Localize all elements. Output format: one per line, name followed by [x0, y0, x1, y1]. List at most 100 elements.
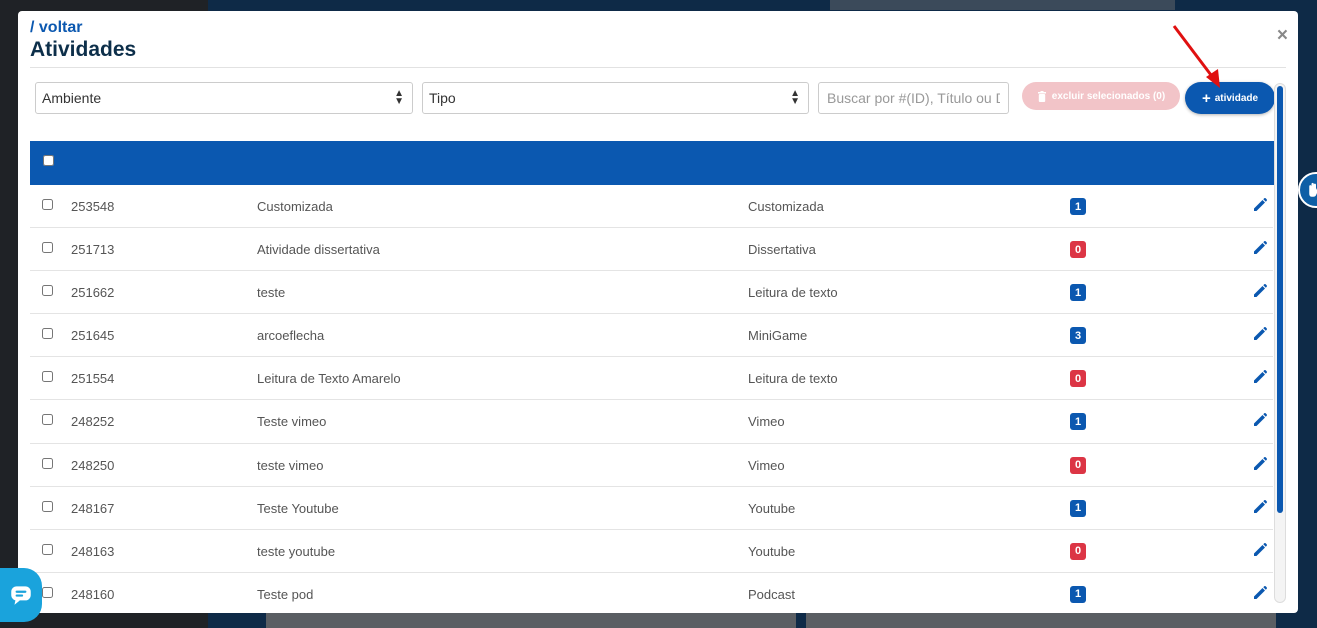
table-row: 251713 Atividade dissertativa Dissertativa… — [30, 228, 1273, 272]
row-checkbox[interactable] — [42, 457, 53, 469]
close-icon: × — [1276, 25, 1288, 46]
row-type: Youtube — [748, 543, 796, 559]
pencil-icon[interactable] — [1252, 283, 1268, 299]
count-badge: 3 — [1070, 327, 1086, 345]
row-id: 248250 — [71, 457, 115, 473]
back-link[interactable]: / voltar — [30, 19, 82, 37]
row-title: Leitura de Texto Amarelo — [257, 371, 401, 387]
table-row: 248163 teste youtube Youtube 0 — [30, 530, 1273, 573]
pencil-icon[interactable] — [1252, 369, 1268, 385]
row-checkbox[interactable] — [42, 285, 53, 297]
row-type: Customizada — [748, 199, 824, 214]
ambiente-select-value: Ambiente — [42, 90, 102, 106]
ambiente-select[interactable]: Ambiente ▲ ▼ — [35, 82, 413, 114]
row-title: Teste pod — [257, 586, 314, 602]
row-title: teste youtube — [257, 543, 336, 559]
row-id: 248160 — [71, 586, 115, 602]
count-badge: 0 — [1070, 370, 1086, 388]
table-row: 248167 Teste Youtube Youtube 1 — [30, 487, 1273, 530]
row-checkbox[interactable] — [42, 199, 53, 210]
pencil-icon[interactable] — [1252, 240, 1268, 256]
row-title: Customizada — [257, 199, 333, 214]
table-row: 248250 teste vimeo Vimeo 0 — [30, 444, 1273, 487]
tipo-select[interactable]: Tipo ▲ ▼ — [422, 82, 809, 114]
row-id: 251645 — [71, 328, 115, 344]
pencil-icon[interactable] — [1252, 499, 1268, 515]
tipo-select-value: Tipo — [429, 90, 456, 106]
row-checkbox[interactable] — [42, 543, 53, 555]
search-input[interactable] — [818, 82, 1009, 114]
row-checkbox[interactable] — [42, 414, 53, 426]
row-checkbox[interactable] — [42, 500, 53, 512]
count-badge: 0 — [1070, 542, 1086, 560]
row-id: 248163 — [71, 543, 115, 559]
row-title: Teste Youtube — [257, 500, 339, 516]
delete-selected-label: excluir selecionados (0) — [1051, 90, 1166, 102]
table-row: 253548 Customizada Customizada 1 — [30, 185, 1273, 229]
row-id: 251554 — [71, 371, 115, 387]
table-row: 248252 Teste vimeo Vimeo 1 — [30, 400, 1273, 444]
page-title: Atividades — [30, 38, 137, 61]
row-type: MiniGame — [748, 328, 808, 344]
row-type: Leitura de texto — [748, 285, 838, 301]
row-checkbox[interactable] — [42, 371, 53, 383]
count-badge: 1 — [1070, 413, 1086, 431]
row-type: Vimeo — [748, 414, 785, 430]
close-button[interactable]: × — [1277, 25, 1288, 47]
count-badge: 0 — [1070, 241, 1086, 259]
delete-selected-button[interactable]: excluir selecionados (0) — [1022, 82, 1180, 110]
row-checkbox[interactable] — [42, 242, 53, 254]
chat-icon — [11, 586, 31, 605]
hand-accessibility-icon — [1309, 182, 1317, 197]
row-id: 248167 — [71, 500, 115, 516]
count-badge: 0 — [1070, 456, 1086, 474]
table-row: 251662 teste Leitura de texto 1 — [30, 271, 1273, 315]
row-title: arcoeflecha — [257, 328, 325, 344]
select-arrows-icon: ▲ ▼ — [394, 88, 404, 107]
divider — [30, 67, 1286, 68]
count-badge: 1 — [1070, 585, 1086, 603]
plus-icon: + — [1201, 89, 1211, 107]
row-type: Youtube — [748, 500, 796, 516]
activities-modal: / voltar Atividades × Ambiente ▲ ▼ Tipo ▲… — [18, 11, 1298, 613]
trash-icon — [1037, 90, 1046, 102]
row-title: teste vimeo — [257, 457, 324, 473]
count-badge: 1 — [1070, 499, 1086, 517]
table-row: 251554 Leitura de Texto Amarelo Leitura de… — [30, 357, 1273, 401]
activities-table: 253548 Customizada Customizada 1 251713 Ativi… — [30, 185, 1273, 613]
table-row: 248160 Teste pod Podcast 1 — [30, 573, 1273, 613]
row-checkbox[interactable] — [42, 586, 53, 598]
add-activity-button[interactable]: + atividade — [1185, 82, 1275, 114]
select-arrows-icon: ▲ ▼ — [790, 88, 800, 107]
table-row: 251645 arcoeflecha MiniGame 3 — [30, 314, 1273, 358]
row-type: Leitura de texto — [748, 371, 838, 387]
background-strip — [830, 0, 1175, 10]
row-title: Teste vimeo — [257, 414, 327, 430]
row-title: teste — [257, 285, 286, 301]
row-id: 251662 — [71, 285, 115, 301]
row-type: Vimeo — [748, 457, 785, 473]
background-panel — [266, 612, 796, 628]
pencil-icon[interactable] — [1252, 542, 1268, 558]
row-type: Dissertativa — [748, 242, 816, 258]
pencil-icon[interactable] — [1252, 585, 1268, 601]
row-id: 253548 — [71, 199, 115, 214]
count-badge: 1 — [1070, 198, 1086, 215]
count-badge: 1 — [1070, 284, 1086, 302]
table-header — [30, 141, 1286, 185]
row-checkbox[interactable] — [42, 328, 53, 340]
pencil-icon[interactable] — [1252, 412, 1268, 428]
pencil-icon[interactable] — [1252, 197, 1268, 213]
add-activity-label: atividade — [1214, 92, 1259, 104]
pencil-icon[interactable] — [1252, 326, 1268, 342]
chat-button[interactable] — [0, 568, 42, 622]
row-id: 251713 — [71, 242, 115, 258]
pencil-icon[interactable] — [1252, 456, 1268, 472]
background-panel — [806, 612, 1276, 628]
row-type: Podcast — [748, 586, 795, 602]
row-id: 248252 — [71, 414, 115, 430]
scrollbar[interactable] — [1274, 83, 1286, 603]
select-all-checkbox[interactable] — [43, 155, 54, 166]
row-title: Atividade dissertativa — [257, 242, 380, 258]
scrollbar-thumb[interactable] — [1277, 86, 1283, 513]
